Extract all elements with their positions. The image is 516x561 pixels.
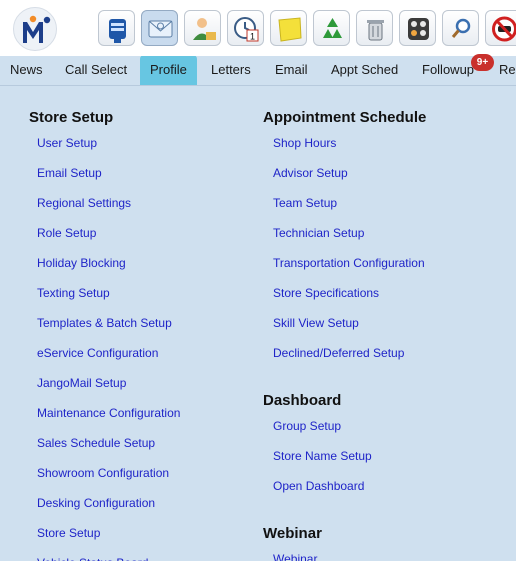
email-button[interactable] bbox=[141, 10, 178, 46]
link-declined-deferred-setup[interactable]: Declined/Deferred Setup bbox=[273, 346, 404, 360]
link-open-dashboard[interactable]: Open Dashboard bbox=[273, 479, 364, 493]
webinar-heading: Webinar bbox=[263, 525, 322, 542]
calendar-clock-icon: 1 bbox=[234, 17, 259, 42]
tab-profile[interactable]: Profile bbox=[140, 56, 197, 85]
mailbox-button[interactable] bbox=[98, 10, 135, 46]
link-texting-setup[interactable]: Texting Setup bbox=[37, 286, 110, 300]
link-store-setup[interactable]: Store Setup bbox=[37, 526, 100, 540]
search-magnifier-icon bbox=[451, 18, 471, 38]
tab-appt-sched[interactable]: Appt Sched bbox=[331, 56, 398, 85]
link-role-setup[interactable]: Role Setup bbox=[37, 226, 96, 240]
tab-news[interactable]: News bbox=[10, 56, 43, 85]
link-sales-schedule-setup[interactable]: Sales Schedule Setup bbox=[37, 436, 155, 450]
contact-person-icon bbox=[193, 18, 216, 40]
contact-button[interactable] bbox=[184, 10, 221, 46]
link-maintenance-configuration[interactable]: Maintenance Configuration bbox=[37, 406, 180, 420]
app-logo[interactable] bbox=[13, 7, 57, 51]
link-transportation-configuration[interactable]: Transportation Configuration bbox=[273, 256, 425, 270]
no-car-button[interactable] bbox=[485, 10, 516, 46]
sticky-note-icon bbox=[278, 17, 302, 42]
link-user-setup[interactable]: User Setup bbox=[37, 136, 97, 150]
trash-button[interactable] bbox=[356, 10, 393, 46]
email-envelope-icon bbox=[148, 20, 173, 38]
svg-text:1: 1 bbox=[250, 32, 255, 42]
link-regional-settings[interactable]: Regional Settings bbox=[37, 196, 131, 210]
main-tab-bar: News Call Select Profile Letters Email A… bbox=[0, 56, 516, 86]
mailbox-icon bbox=[109, 19, 126, 43]
no-car-icon bbox=[492, 16, 516, 42]
search-button[interactable] bbox=[442, 10, 479, 46]
link-showroom-configuration[interactable]: Showroom Configuration bbox=[37, 466, 169, 480]
link-store-specifications[interactable]: Store Specifications bbox=[273, 286, 379, 300]
link-advisor-setup[interactable]: Advisor Setup bbox=[273, 166, 348, 180]
store-setup-heading: Store Setup bbox=[29, 109, 114, 126]
link-jangomail-setup[interactable]: JangoMail Setup bbox=[37, 376, 126, 390]
notes-button[interactable] bbox=[270, 10, 307, 46]
top-toolbar: 1 bbox=[0, 0, 516, 56]
calendar-button[interactable]: 1 bbox=[227, 10, 264, 46]
tab-letters[interactable]: Letters bbox=[211, 56, 251, 85]
link-vehicle-status-board[interactable]: Vehicle Status Board bbox=[37, 556, 148, 561]
link-email-setup[interactable]: Email Setup bbox=[37, 166, 102, 180]
link-group-setup[interactable]: Group Setup bbox=[273, 419, 341, 433]
link-team-setup[interactable]: Team Setup bbox=[273, 196, 337, 210]
link-desking-configuration[interactable]: Desking Configuration bbox=[37, 496, 155, 510]
link-skill-view-setup[interactable]: Skill View Setup bbox=[273, 316, 359, 330]
tab-followup[interactable]: Followup bbox=[422, 56, 474, 85]
recycle-button[interactable] bbox=[313, 10, 350, 46]
dashboard-button[interactable] bbox=[399, 10, 436, 46]
link-shop-hours[interactable]: Shop Hours bbox=[273, 136, 336, 150]
dashboard-heading: Dashboard bbox=[263, 392, 342, 409]
link-eservice-configuration[interactable]: eService Configuration bbox=[37, 346, 158, 360]
recycle-icon bbox=[323, 18, 342, 38]
appointment-schedule-heading: Appointment Schedule bbox=[263, 109, 427, 126]
tab-email[interactable]: Email bbox=[275, 56, 308, 85]
tab-rep[interactable]: Rep bbox=[499, 56, 516, 85]
followup-count-badge: 9+ bbox=[471, 54, 494, 71]
dashboard-grid-icon bbox=[408, 18, 429, 40]
tab-call-select[interactable]: Call Select bbox=[65, 56, 127, 85]
link-templates-and-batch-setup[interactable]: Templates & Batch Setup bbox=[37, 316, 172, 330]
link-store-name-setup[interactable]: Store Name Setup bbox=[273, 449, 372, 463]
link-holiday-blocking[interactable]: Holiday Blocking bbox=[37, 256, 126, 270]
link-webinar[interactable]: Webinar bbox=[273, 552, 317, 561]
trash-can-icon bbox=[367, 20, 384, 41]
link-technician-setup[interactable]: Technician Setup bbox=[273, 226, 364, 240]
